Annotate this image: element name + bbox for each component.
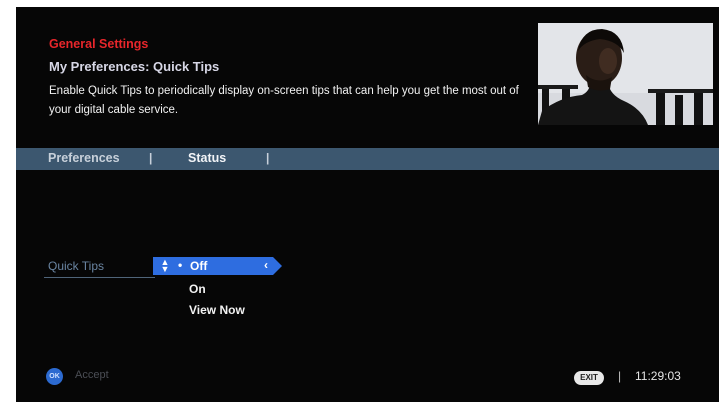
clock: 11:29:03 <box>635 369 681 383</box>
preview-image <box>538 23 713 125</box>
tv-screen: General Settings My Preferences: Quick T… <box>16 7 719 402</box>
tab-separator: | <box>149 151 153 165</box>
tab-preferences[interactable]: Preferences <box>48 151 120 165</box>
exit-button-icon[interactable]: EXIT <box>574 371 604 385</box>
option-label: Off <box>190 259 208 273</box>
tab-status[interactable]: Status <box>188 151 226 165</box>
ok-button-icon[interactable]: OK <box>46 368 63 385</box>
option-off-selected[interactable]: ▲ ▼ • Off ‹ <box>153 257 283 275</box>
page-subtitle: My Preferences: Quick Tips <box>49 59 220 74</box>
up-down-arrows-icon: ▲ ▼ <box>160 257 170 274</box>
ok-button-label: OK <box>49 373 60 380</box>
chevron-left-icon: ‹ <box>264 258 268 272</box>
live-tv-preview <box>538 23 713 125</box>
quick-tips-label: Quick Tips <box>48 259 105 273</box>
footer-separator: | <box>618 369 622 383</box>
accept-label: Accept <box>75 369 109 381</box>
field-underline <box>44 277 155 278</box>
breadcrumb: General Settings <box>49 37 149 51</box>
selected-bullet-icon: • <box>178 258 183 272</box>
tab-bar: Preferences | Status | <box>16 148 719 170</box>
page-description: Enable Quick Tips to periodically displa… <box>49 85 519 116</box>
option-view-now[interactable]: View Now <box>189 303 245 317</box>
tab-separator: | <box>266 151 270 165</box>
header: General Settings My Preferences: Quick T… <box>16 7 719 145</box>
option-on[interactable]: On <box>189 282 206 296</box>
